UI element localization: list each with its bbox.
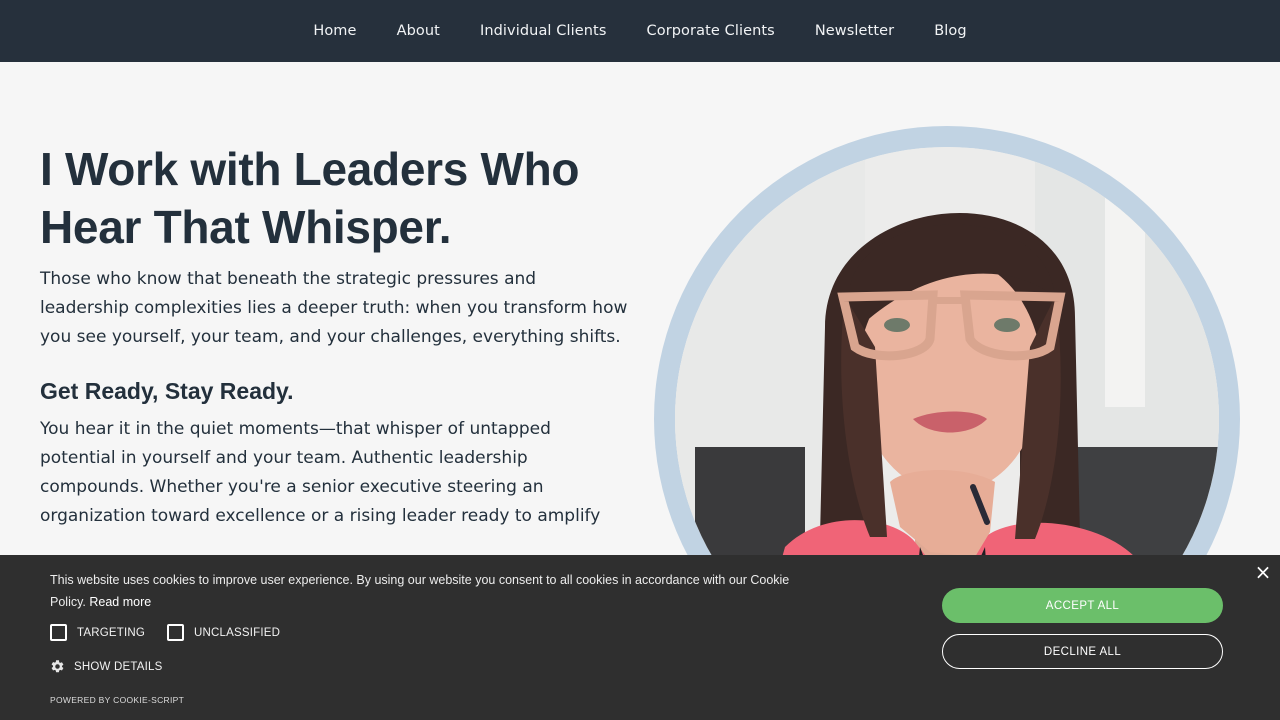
targeting-checkbox[interactable] (50, 624, 67, 641)
nav-link-about[interactable]: About (397, 23, 440, 39)
nav-link-newsletter[interactable]: Newsletter (815, 23, 894, 39)
gear-icon (50, 659, 65, 674)
decline-all-button[interactable]: DECLINE ALL (942, 634, 1223, 669)
accept-all-button[interactable]: ACCEPT ALL (942, 588, 1223, 623)
cookie-option-targeting[interactable]: TARGETING (50, 624, 145, 641)
hero-body-paragraph: You hear it in the quiet moments—that wh… (40, 419, 601, 526)
cookie-read-more-link[interactable]: Read more (89, 595, 151, 609)
close-icon[interactable]: × (1254, 562, 1272, 582)
unclassified-label: UNCLASSIFIED (194, 626, 281, 639)
cookie-message: This website uses cookies to improve use… (50, 569, 820, 613)
show-details-toggle[interactable]: SHOW DETAILS (50, 659, 162, 674)
targeting-label: TARGETING (77, 626, 146, 639)
cookie-message-text: This website uses cookies to improve use… (50, 573, 790, 609)
hero-section: I Work with Leaders Who Hear That Whispe… (40, 140, 630, 531)
cookie-option-unclassified[interactable]: UNCLASSIFIED (167, 624, 280, 641)
nav-link-corporate-clients[interactable]: Corporate Clients (647, 23, 775, 39)
powered-by-label: POWERED BY COOKIE-SCRIPT (50, 695, 185, 705)
hero-heading-line-2: Hear That Whisper. (40, 201, 452, 253)
top-navigation: Home About Individual Clients Corporate … (0, 0, 1280, 62)
nav-link-blog[interactable]: Blog (934, 23, 966, 39)
nav-link-individual-clients[interactable]: Individual Clients (480, 23, 607, 39)
hero-heading-line-1: I Work with Leaders Who (40, 143, 580, 195)
hero-heading: I Work with Leaders Who Hear That Whispe… (40, 140, 630, 256)
hero-intro-paragraph: Those who know that beneath the strategi… (40, 269, 628, 347)
nav-link-home[interactable]: Home (313, 23, 356, 39)
cookie-category-options: TARGETING UNCLASSIFIED (50, 624, 302, 641)
show-details-label: SHOW DETAILS (74, 660, 163, 673)
hero-subheading: Get Ready, Stay Ready. (40, 378, 294, 405)
cookie-consent-banner: This website uses cookies to improve use… (0, 555, 1280, 720)
unclassified-checkbox[interactable] (167, 624, 185, 641)
